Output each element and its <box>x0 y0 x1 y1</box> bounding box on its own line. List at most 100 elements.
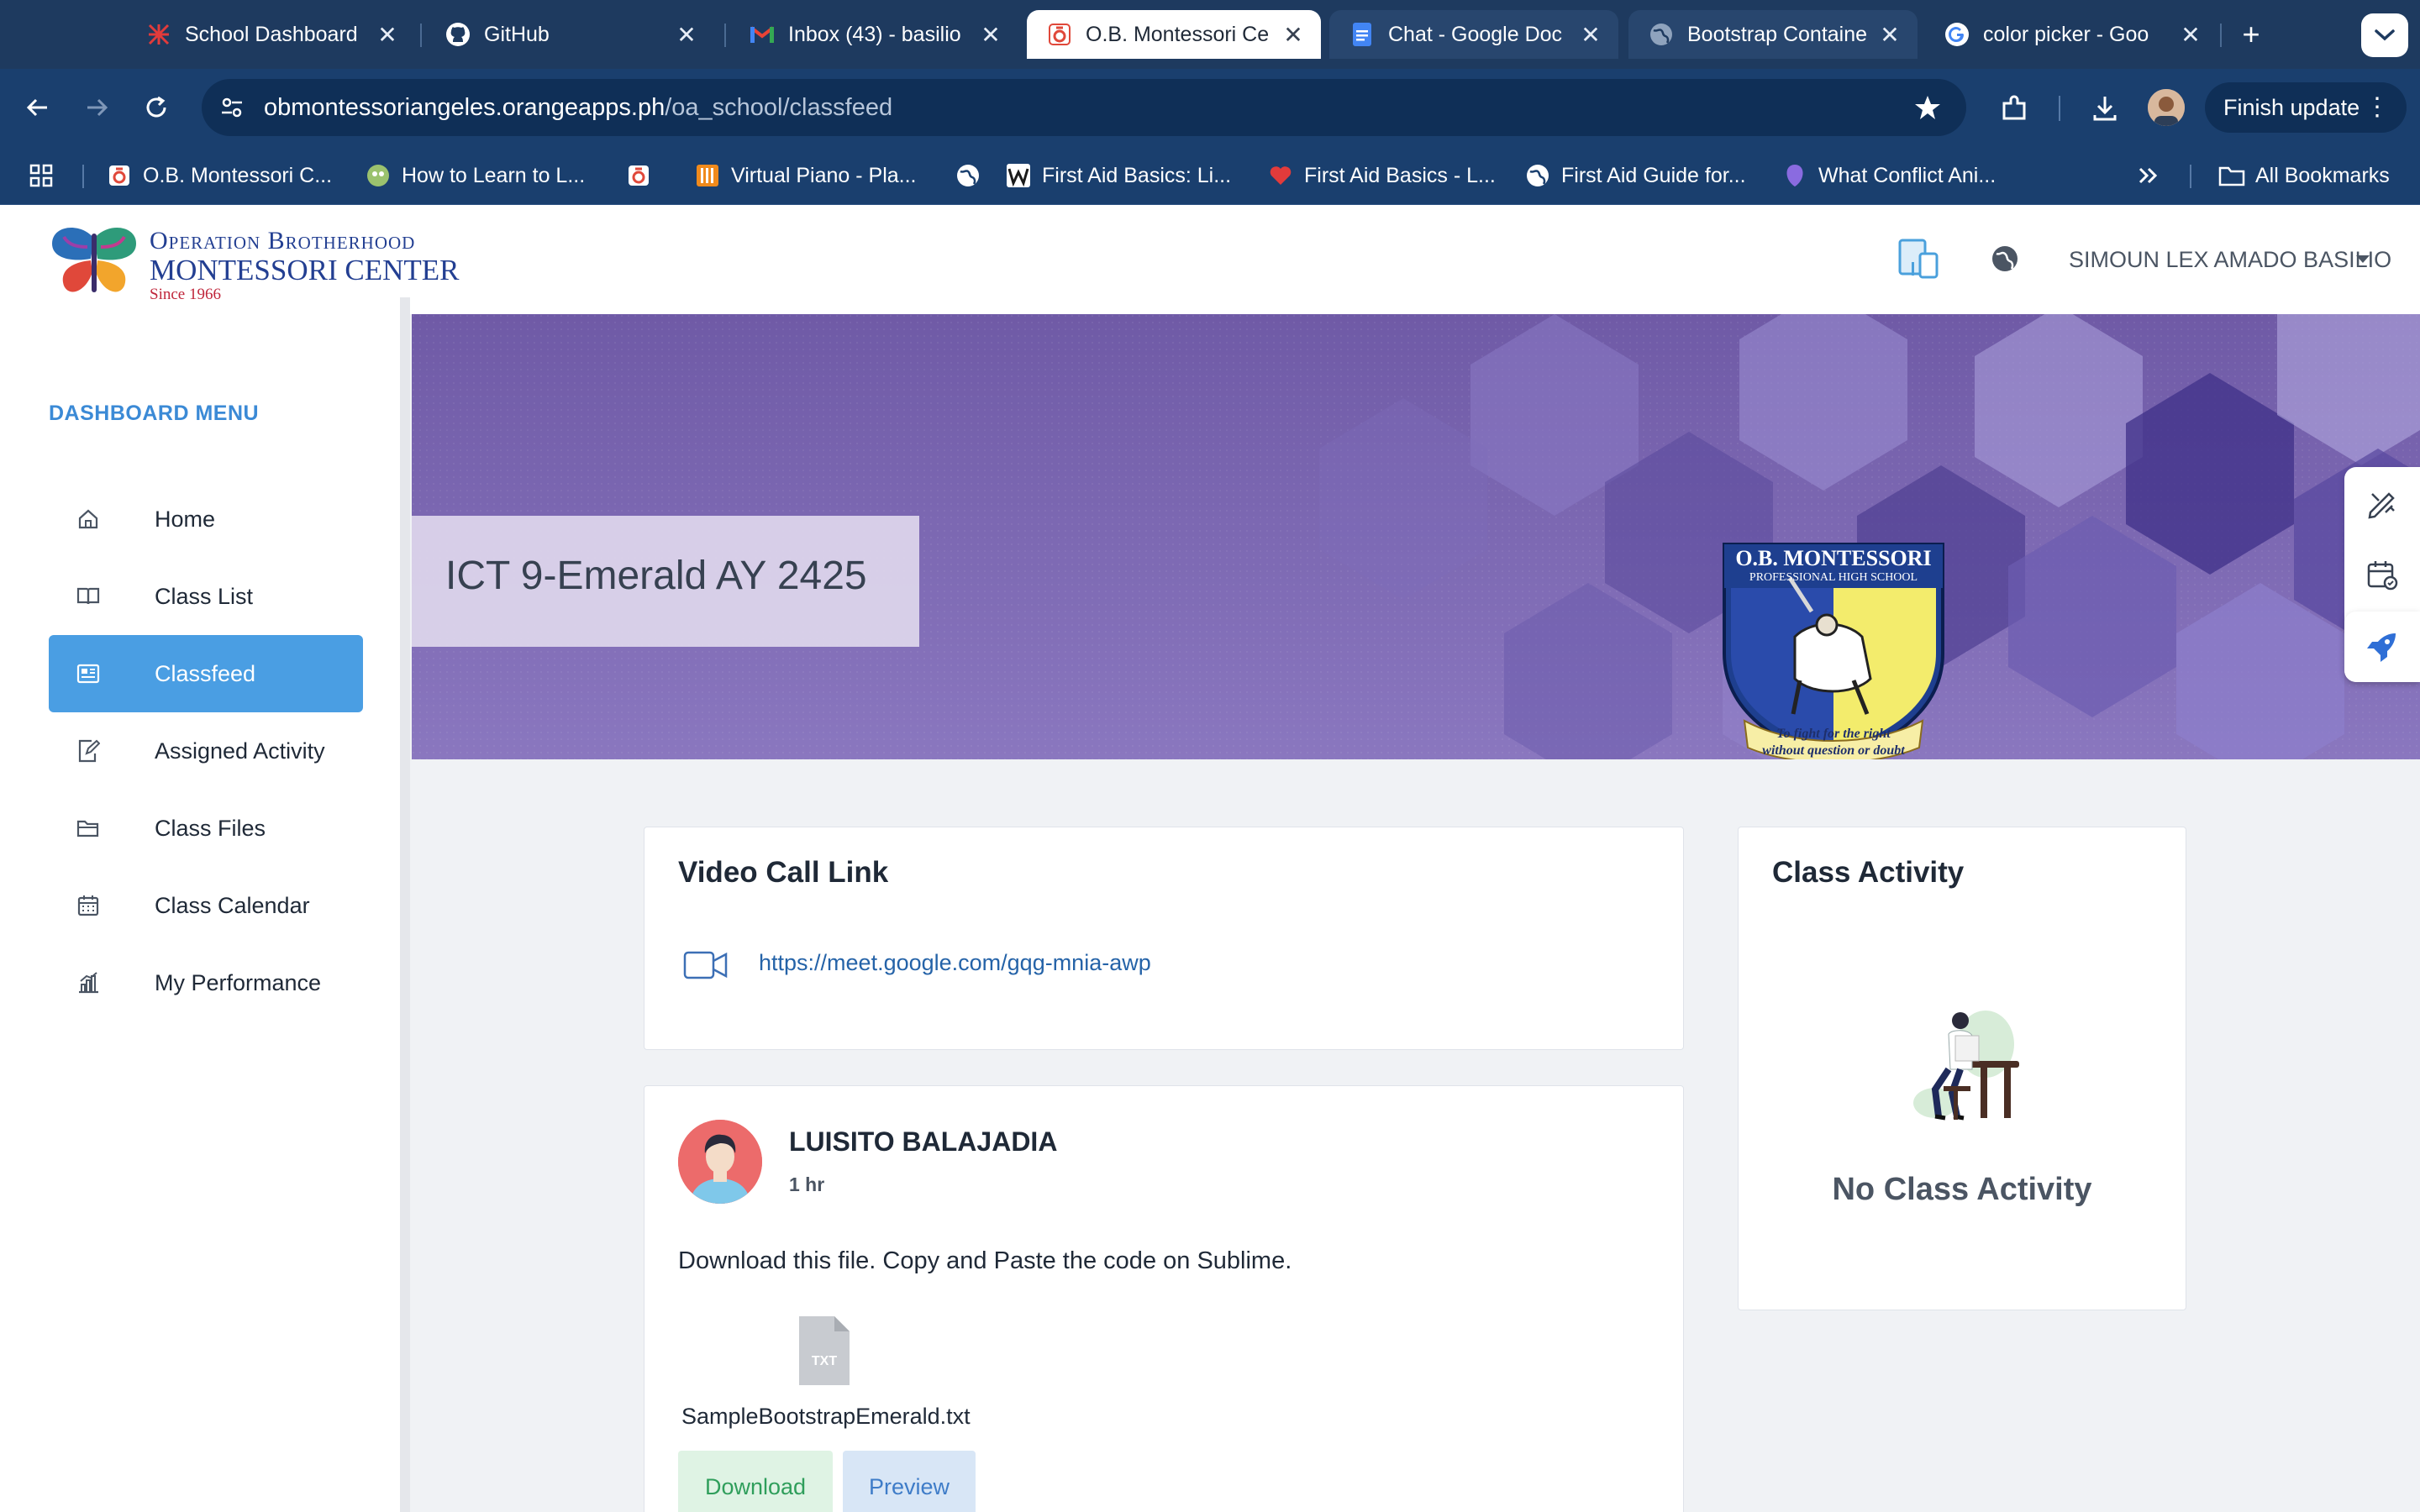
txt-file-icon[interactable]: TXT <box>797 1315 851 1387</box>
sidebar-scrollbar[interactable] <box>400 297 410 1512</box>
user-menu[interactable]: SIMOUN LEX AMADO BASILIO <box>2069 247 2391 273</box>
newspaper-icon <box>74 659 103 688</box>
close-icon[interactable]: ✕ <box>976 21 1005 49</box>
bookmark-first-aid-guide[interactable]: First Aid Guide for... <box>1524 158 1746 193</box>
close-icon[interactable]: ✕ <box>1279 21 1307 49</box>
preview-button[interactable]: Preview <box>843 1451 976 1512</box>
more-bookmarks-button[interactable] <box>2138 158 2160 193</box>
tab-search-button[interactable] <box>2361 13 2408 57</box>
tab-ob-montessori[interactable]: O.B. Montessori Ce ✕ <box>1027 10 1321 59</box>
apps-button[interactable] <box>29 158 54 193</box>
tab-divider <box>724 24 726 47</box>
butterfly-logo-icon <box>52 228 136 292</box>
video-camera-icon <box>683 951 728 979</box>
w-icon <box>1005 162 1032 189</box>
obm-favicon-icon <box>1047 22 1072 47</box>
arrow-right-icon <box>87 98 108 117</box>
pencil-ruler-icon <box>2368 492 2395 519</box>
tab-color-picker-google[interactable]: color picker - Goo ✕ <box>1924 10 2218 59</box>
double-chevron-right-icon <box>2139 167 2158 184</box>
sidebar-item-label: Class List <box>155 583 254 609</box>
book-icon <box>74 582 103 611</box>
calendar-check-icon <box>2367 561 2398 591</box>
rocket-icon <box>2367 633 2396 662</box>
language-icon <box>365 162 392 189</box>
obm-favicon-icon <box>106 162 133 189</box>
sidebar-item-my-performance[interactable]: My Performance <box>49 944 363 1021</box>
tab-github[interactable]: GitHub ✕ <box>425 10 714 59</box>
toolbar-divider <box>2059 96 2060 121</box>
site-info-icon[interactable] <box>217 92 247 123</box>
sidebar-item-classfeed[interactable]: Classfeed <box>49 635 363 712</box>
globe-icon <box>1524 162 1551 189</box>
empty-state-illustration <box>1913 1011 2019 1121</box>
more-vert-icon[interactable]: ⋮ <box>2365 92 2390 123</box>
attachment-file-name[interactable]: SampleBootstrapEmerald.txt <box>681 1404 971 1430</box>
gmail-icon <box>750 22 775 47</box>
sidebar-item-class-list[interactable]: Class List <box>49 558 363 635</box>
address-bar[interactable]: obmontessoriangeles.orangeapps.ph/oa_sch… <box>202 79 1966 136</box>
tab-chat-google-docs[interactable]: Chat - Google Doc ✕ <box>1329 10 1618 59</box>
back-button[interactable] <box>17 87 57 128</box>
sidebar-item-home[interactable]: Home <box>49 480 363 558</box>
post-card: LUISITO BALAJADIA 1 hr Download this fil… <box>644 1085 1684 1512</box>
close-icon[interactable]: ✕ <box>672 21 701 49</box>
extensions-icon[interactable] <box>1995 89 2033 128</box>
sidebar-item-label: Class Files <box>155 815 266 841</box>
obm-favicon-icon <box>625 162 652 189</box>
bookmark-globe[interactable] <box>955 158 992 193</box>
forward-button[interactable] <box>77 87 118 128</box>
reload-icon <box>146 96 166 118</box>
close-icon[interactable]: ✕ <box>1576 21 1605 49</box>
tab-gmail[interactable]: Inbox (43) - basilio ✕ <box>729 10 1018 59</box>
heart-icon <box>1267 162 1294 189</box>
bookmark-obm-2[interactable] <box>625 158 662 193</box>
folder-icon <box>74 814 103 843</box>
sidebar-item-label: Classfeed <box>155 660 256 686</box>
globe-language-icon[interactable] <box>1981 235 2028 282</box>
google-icon <box>1944 22 1970 47</box>
github-icon <box>445 22 471 47</box>
bookmarks-divider <box>82 165 84 188</box>
download-button[interactable]: Download <box>678 1451 833 1512</box>
tab-bootstrap-container[interactable]: Bootstrap Containe ✕ <box>1628 10 1918 59</box>
bookmark-virtual-piano[interactable]: Virtual Piano - Pla... <box>694 158 916 193</box>
close-icon[interactable]: ✕ <box>2176 21 2205 49</box>
bookmark-first-aid-li[interactable]: First Aid Basics: Li... <box>1005 158 1231 193</box>
rocket-launch-button[interactable] <box>2344 612 2420 682</box>
class-banner: ICT 9-Emerald AY 2425 O.B. MONTESSORI PR… <box>412 314 2420 759</box>
sidebar-item-class-files[interactable]: Class Files <box>49 790 363 867</box>
finish-update-button[interactable]: Finish update ⋮ <box>2205 82 2407 133</box>
bookmark-first-aid-l[interactable]: First Aid Basics - L... <box>1267 158 1496 193</box>
sidebar-item-assigned-activity[interactable]: Assigned Activity <box>49 712 363 790</box>
caret-down-icon[interactable] <box>2356 255 2370 263</box>
globe-icon <box>1649 22 1674 47</box>
download-icon[interactable] <box>2086 89 2124 128</box>
sidebar-item-class-calendar[interactable]: Class Calendar <box>49 867 363 944</box>
calendar-icon <box>74 891 103 920</box>
bookmark-obm[interactable]: O.B. Montessori C... <box>106 158 332 193</box>
bookmark-star-icon[interactable] <box>1911 91 1944 124</box>
tab-school-dashboard[interactable]: School Dashboard ✕ <box>126 10 415 59</box>
crest-text-line2: PROFESSIONAL HIGH SCHOOL <box>1749 571 1918 584</box>
close-icon[interactable]: ✕ <box>373 21 402 49</box>
grading-tool-button[interactable] <box>2344 469 2420 539</box>
video-call-title: Video Call Link <box>678 856 889 889</box>
crest-motto: To fight for the right without question … <box>1762 727 1905 758</box>
bookmark-learn-language[interactable]: How to Learn to L... <box>365 158 585 193</box>
profile-avatar[interactable] <box>2148 89 2185 126</box>
all-bookmarks-button[interactable]: All Bookmarks <box>2218 158 2390 193</box>
video-call-link[interactable]: https://meet.google.com/gqg-mnia-awp <box>759 950 1151 976</box>
folder-icon <box>2218 162 2245 189</box>
new-tab-button[interactable]: + <box>2232 17 2270 55</box>
bookmark-what-conflict[interactable]: What Conflict Ani... <box>1781 158 1996 193</box>
arrow-left-icon <box>26 98 47 117</box>
sidebar: DASHBOARD MENU Home Class List Classfeed… <box>0 314 402 1512</box>
calendar-check-button[interactable] <box>2344 539 2420 610</box>
school-logo[interactable]: Operation Brotherhood MONTESSORI CENTER … <box>47 222 460 303</box>
devices-icon[interactable] <box>1896 235 1943 282</box>
reload-button[interactable] <box>136 87 176 128</box>
close-icon[interactable]: ✕ <box>1876 21 1904 49</box>
class-activity-card: Class Activity No Class Activity <box>1738 827 2186 1310</box>
url-text[interactable]: obmontessoriangeles.orangeapps.ph/oa_sch… <box>264 94 892 122</box>
